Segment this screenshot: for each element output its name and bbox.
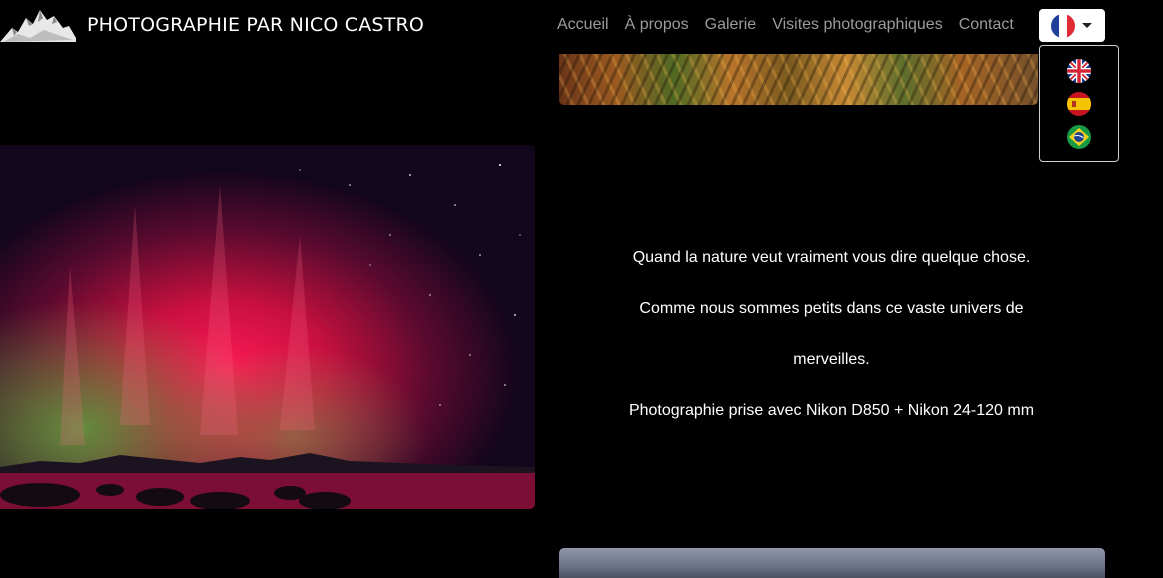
autumn-forest-photo[interactable]: [559, 54, 1038, 105]
navbar: PHOTOGRAPHIE PAR NICO CASTRO Accueil À p…: [0, 0, 1163, 52]
caption-line: merveilles.: [793, 351, 870, 368]
next-gallery-photo[interactable]: [559, 548, 1105, 578]
uk-flag-icon[interactable]: [1067, 59, 1091, 83]
nav-link-a-propos[interactable]: À propos: [625, 14, 689, 36]
france-flag-icon: [1051, 13, 1075, 38]
nav-link-contact[interactable]: Contact: [959, 14, 1014, 36]
nav-link-visites[interactable]: Visites photographiques: [772, 14, 943, 36]
caret-down-icon: [1082, 23, 1092, 28]
spain-flag-icon[interactable]: [1067, 92, 1091, 116]
brand-link[interactable]: PHOTOGRAPHIE PAR NICO CASTRO: [0, 4, 424, 46]
language-dropdown-menu: [1039, 45, 1119, 162]
mountain-logo-icon: [0, 10, 76, 42]
nav-menu: Accueil À propos Galerie Visites photogr…: [557, 14, 1014, 36]
brazil-flag-icon[interactable]: [1067, 125, 1091, 149]
photo-texture: [559, 54, 1038, 105]
nav-link-galerie[interactable]: Galerie: [705, 14, 757, 36]
nav-link-accueil[interactable]: Accueil: [557, 14, 609, 36]
caption-line: Comme nous sommes petits dans ce vaste u…: [639, 300, 1024, 317]
photo-caption: Quand la nature veut vraiment vous dire …: [560, 240, 1103, 444]
caption-line: Quand la nature veut vraiment vous dire …: [632, 249, 1031, 266]
aurora-photo[interactable]: [0, 145, 535, 509]
language-dropdown-toggle[interactable]: [1039, 9, 1105, 42]
caption-line: Photographie prise avec Nikon D850 + Nik…: [628, 402, 1035, 419]
aurora-image: [0, 145, 535, 509]
brand-title: PHOTOGRAPHIE PAR NICO CASTRO: [87, 14, 425, 36]
